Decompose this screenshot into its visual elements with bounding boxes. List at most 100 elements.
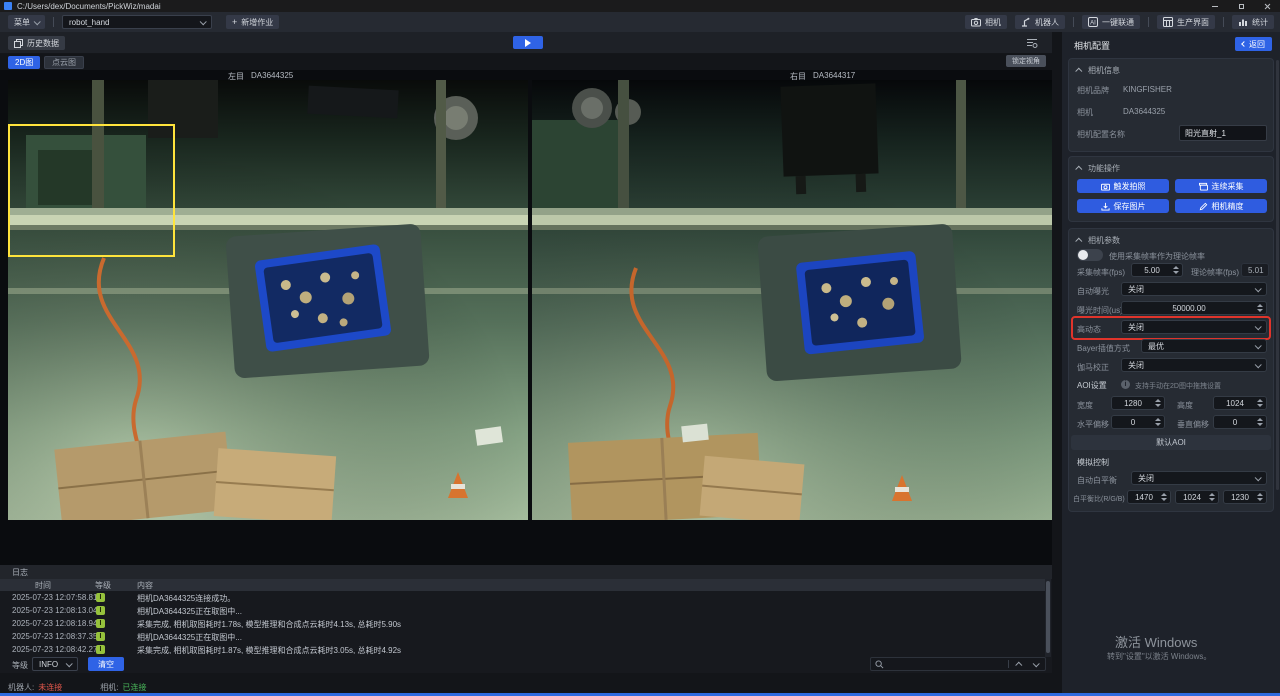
log-titlebar: 日志 [0, 565, 1052, 579]
log-controls: 等级 INFO 清空 [0, 657, 1052, 671]
one-key-link-button[interactable]: AI 一键联通 [1082, 15, 1140, 29]
bayer-select[interactable]: 最优 [1141, 339, 1267, 353]
camera-status-value: 已连接 [122, 682, 146, 693]
spinner-arrows-icon[interactable] [1154, 399, 1164, 407]
list-settings-icon [1026, 37, 1038, 49]
spinner-arrows-icon[interactable] [1256, 399, 1266, 407]
close-button[interactable] [1254, 0, 1280, 12]
camera-viewport: 左目DA3644325 右目DA3644317 [0, 70, 1052, 565]
display-settings-button[interactable] [1024, 36, 1040, 50]
aoi-width-spinner[interactable]: 1280 [1111, 396, 1165, 410]
wb-g-spinner[interactable]: 1024 [1175, 490, 1219, 504]
awb-select[interactable]: 关闭 [1131, 471, 1267, 485]
log-row[interactable]: 2025-07-23 12:08:37.351 I 相机DA3644325正在取… [0, 630, 1045, 643]
spinner-arrows-icon[interactable] [1256, 418, 1266, 426]
operations-card: 功能操作 触发拍照 连续采集 保存图片 相机精度 [1068, 156, 1274, 222]
aoi-height-spinner[interactable]: 1024 [1213, 396, 1267, 410]
theory-fps-toggle[interactable] [1077, 249, 1103, 261]
log-table-header: 时间 等级 内容 [0, 579, 1045, 591]
config-name-input[interactable] [1179, 125, 1267, 141]
camera-nav-button[interactable]: 相机 [965, 15, 1007, 29]
exposure-label: 曝光时间(us) [1077, 305, 1123, 316]
tab-2d-view[interactable]: 2D图 [8, 56, 40, 69]
history-data-button[interactable]: 历史数据 [8, 36, 65, 50]
add-job-button[interactable]: 新增作业 [226, 15, 279, 29]
continuous-capture-button[interactable]: 连续采集 [1175, 179, 1267, 193]
wb-b-value: 1230 [1224, 493, 1256, 502]
save-image-button[interactable]: 保存图片 [1077, 199, 1169, 213]
play-button[interactable] [513, 36, 543, 49]
robot-arm-icon [1021, 17, 1031, 27]
log-row[interactable]: 2025-07-23 12:08:42.276 I 采集完成, 相机取图耗时1.… [0, 643, 1045, 656]
stats-button[interactable]: 统计 [1232, 15, 1274, 29]
aoi-voffset-spinner[interactable]: 0 [1213, 415, 1267, 429]
search-icon [875, 660, 884, 669]
auto-exposure-select[interactable]: 关闭 [1121, 282, 1267, 296]
panel-title: 相机配置 [1074, 39, 1110, 52]
spinner-arrows-icon[interactable] [1172, 266, 1182, 274]
back-label: 返回 [1249, 39, 1265, 50]
auto-exposure-value: 关闭 [1128, 284, 1255, 295]
main-area: 历史数据 2D图 点云图 锁定视角 左目DA3644325 右目DA364431… [0, 32, 1062, 696]
divider [1073, 17, 1074, 27]
wb-r-spinner[interactable]: 1470 [1127, 490, 1171, 504]
panel-scrollbar[interactable] [1276, 60, 1279, 490]
gamma-select[interactable]: 关闭 [1121, 358, 1267, 372]
bayer-value: 最优 [1148, 341, 1255, 352]
robot-nav-button[interactable]: 机器人 [1015, 15, 1065, 29]
production-ui-button[interactable]: 生产界面 [1157, 15, 1215, 29]
trigger-capture-button[interactable]: 触发拍照 [1077, 179, 1169, 193]
hdr-value: 关闭 [1128, 322, 1255, 333]
log-level-badge: I [96, 593, 105, 602]
save-icon [1101, 202, 1110, 211]
job-select[interactable]: robot_hand [62, 15, 212, 29]
log-scrollbar-thumb[interactable] [1046, 581, 1050, 653]
camera-info-section-header[interactable]: 相机信息 [1077, 65, 1120, 76]
menu-button[interactable]: 菜单 [8, 15, 45, 29]
search-next-button[interactable] [1029, 658, 1041, 670]
aoi-hoffset-spinner[interactable]: 0 [1111, 415, 1165, 429]
operations-section-header[interactable]: 功能操作 [1077, 163, 1120, 174]
spinner-arrows-icon[interactable] [1256, 493, 1266, 501]
back-button[interactable]: 返回 [1235, 37, 1272, 51]
spinner-arrows-icon[interactable] [1160, 493, 1170, 501]
log-row[interactable]: 2025-07-23 12:08:18.943 I 采集完成, 相机取图耗时1.… [0, 617, 1045, 630]
log-scrollbar[interactable] [1045, 579, 1051, 657]
stats-label: 统计 [1252, 17, 1268, 28]
log-clear-button[interactable]: 清空 [88, 657, 124, 671]
maximize-button[interactable] [1228, 0, 1254, 12]
chevron-down-icon [1255, 285, 1262, 292]
log-level-select[interactable]: INFO [32, 657, 78, 671]
job-select-value: robot_hand [69, 18, 200, 27]
search-prev-button[interactable] [1013, 658, 1025, 670]
log-search-input[interactable] [888, 660, 1004, 669]
lock-view-button[interactable]: 锁定视角 [1006, 55, 1046, 67]
camera-precision-button[interactable]: 相机精度 [1175, 199, 1267, 213]
pencil-icon [1199, 202, 1208, 211]
info-icon [1121, 380, 1130, 389]
minimize-button[interactable] [1202, 0, 1228, 12]
params-section-header[interactable]: 相机参数 [1077, 235, 1120, 246]
wb-b-spinner[interactable]: 1230 [1223, 490, 1267, 504]
fps-spinner[interactable]: 5.00 [1131, 263, 1183, 277]
hdr-select[interactable]: 关闭 [1121, 320, 1267, 334]
aoi-height-value: 1024 [1214, 399, 1256, 408]
tab-pointcloud-view[interactable]: 点云图 [44, 56, 84, 69]
exposure-spinner[interactable]: 50000.00 [1121, 301, 1267, 315]
log-level-badge: I [96, 606, 105, 615]
log-level-badge: I [96, 645, 105, 654]
log-row[interactable]: 2025-07-23 12:07:58.816 I 相机DA3644325连接成… [0, 591, 1045, 604]
camera-params-card: 相机参数 使用采集帧率作为理论帧率 采集帧率(fps) 5.00 理论帧率(fp… [1068, 228, 1274, 512]
tab-2d-label: 2D图 [15, 57, 33, 68]
right-camera-image[interactable] [532, 80, 1052, 520]
log-rows: 2025-07-23 12:07:58.816 I 相机DA3644325连接成… [0, 591, 1045, 656]
spinner-arrows-icon[interactable] [1208, 493, 1218, 501]
chevron-down-icon [66, 660, 73, 667]
log-row[interactable]: 2025-07-23 12:08:13.040 I 相机DA3644325正在取… [0, 604, 1045, 617]
aoi-selection-rect[interactable] [8, 124, 175, 257]
spinner-arrows-icon[interactable] [1256, 304, 1266, 312]
spinner-arrows-icon[interactable] [1154, 418, 1164, 426]
default-aoi-button[interactable]: 默认AOI [1071, 435, 1271, 450]
aoi-hoffset-value: 0 [1112, 418, 1154, 427]
left-camera-image[interactable] [8, 80, 528, 520]
